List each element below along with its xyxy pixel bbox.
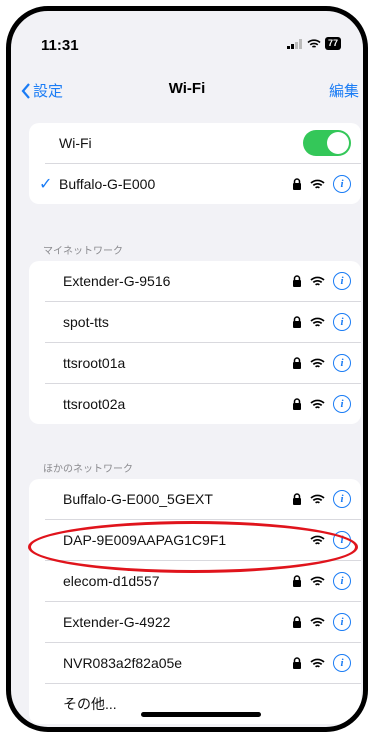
wifi-signal-icon: [310, 358, 325, 368]
other-networks-group: Buffalo-G-E000_5GEXT i DAP-9E009AAPAG1C9F1…: [29, 479, 361, 724]
info-icon[interactable]: i: [333, 354, 351, 372]
lock-icon: [293, 398, 301, 410]
status-bar: 11:31 77: [11, 11, 363, 73]
lock-icon: [293, 616, 301, 628]
info-icon[interactable]: i: [333, 613, 351, 631]
wifi-toggle[interactable]: [303, 130, 351, 156]
wifi-signal-icon: [310, 617, 325, 627]
wifi-group: Wi-Fi ✓ Buffalo-G-E000 i: [29, 123, 361, 204]
cellular-signal-icon: [286, 38, 302, 49]
wifi-signal-icon: [310, 317, 325, 327]
phone-frame: 11:31 77 設定 Wi-Fi 編集 Wi-Fi ✓ Buffalo-G-E…: [6, 6, 368, 732]
network-name: elecom-d1d557: [63, 573, 160, 589]
status-time: 11:31: [41, 37, 79, 54]
info-icon[interactable]: i: [333, 572, 351, 590]
network-name: Extender-G-9516: [63, 273, 171, 289]
navigation-bar: 設定 Wi-Fi 編集: [11, 75, 363, 105]
wifi-status-icon: [307, 38, 321, 48]
network-row[interactable]: Buffalo-G-E000_5GEXT i: [45, 479, 361, 520]
lock-icon: [293, 275, 301, 287]
network-name: Buffalo-G-E000: [59, 176, 156, 192]
red-highlight-ellipse: [28, 521, 358, 573]
network-row[interactable]: ttsroot02a i: [45, 384, 361, 424]
network-row[interactable]: Extender-G-4922 i: [45, 602, 361, 643]
wifi-label: Wi-Fi: [59, 135, 92, 151]
lock-icon: [293, 493, 301, 505]
network-name: ttsroot01a: [63, 355, 126, 371]
wifi-signal-icon: [310, 179, 325, 189]
network-name: ttsroot02a: [63, 396, 126, 412]
network-row[interactable]: spot-tts i: [45, 302, 361, 343]
status-icons: 77: [286, 37, 341, 50]
wifi-signal-icon: [310, 576, 325, 586]
section-my-networks: マイネットワーク: [43, 246, 123, 257]
page-title: Wi-Fi: [168, 80, 206, 97]
lock-icon: [293, 657, 301, 669]
lock-icon: [293, 357, 301, 369]
info-icon[interactable]: i: [333, 313, 351, 331]
battery-icon: 77: [324, 37, 341, 50]
lock-icon: [293, 575, 301, 587]
network-name: NVR083a2f82a05e: [63, 655, 183, 671]
section-other-networks: ほかのネットワーク: [43, 464, 133, 475]
network-name: Buffalo-G-E000_5GEXT: [63, 491, 213, 507]
network-row[interactable]: NVR083a2f82a05e i: [45, 643, 361, 684]
my-networks-group: Extender-G-9516 i spot-tts i ttsroot01a i ttsr…: [29, 261, 361, 424]
network-name: spot-tts: [63, 314, 109, 330]
wifi-signal-icon: [310, 399, 325, 409]
network-name: Extender-G-4922: [63, 614, 171, 630]
lock-icon: [293, 316, 301, 328]
info-icon[interactable]: i: [333, 175, 351, 193]
wifi-signal-icon: [310, 276, 325, 286]
home-indicator: [141, 712, 261, 717]
info-icon[interactable]: i: [333, 654, 351, 672]
edit-button[interactable]: 編集: [329, 80, 359, 101]
wifi-signal-icon: [310, 494, 325, 504]
network-row[interactable]: ttsroot01a i: [45, 343, 361, 384]
connected-network-row[interactable]: ✓ Buffalo-G-E000 i: [39, 164, 361, 204]
network-row[interactable]: Extender-G-9516 i: [45, 261, 361, 302]
info-icon[interactable]: i: [333, 272, 351, 290]
wifi-toggle-row: Wi-Fi: [45, 123, 361, 164]
info-icon[interactable]: i: [333, 490, 351, 508]
info-icon[interactable]: i: [333, 395, 351, 413]
other-network-row[interactable]: その他...: [45, 684, 361, 724]
wifi-signal-icon: [310, 658, 325, 668]
lock-icon: [293, 178, 301, 190]
checkmark-icon: ✓: [39, 176, 53, 193]
other-label: その他...: [63, 696, 117, 712]
